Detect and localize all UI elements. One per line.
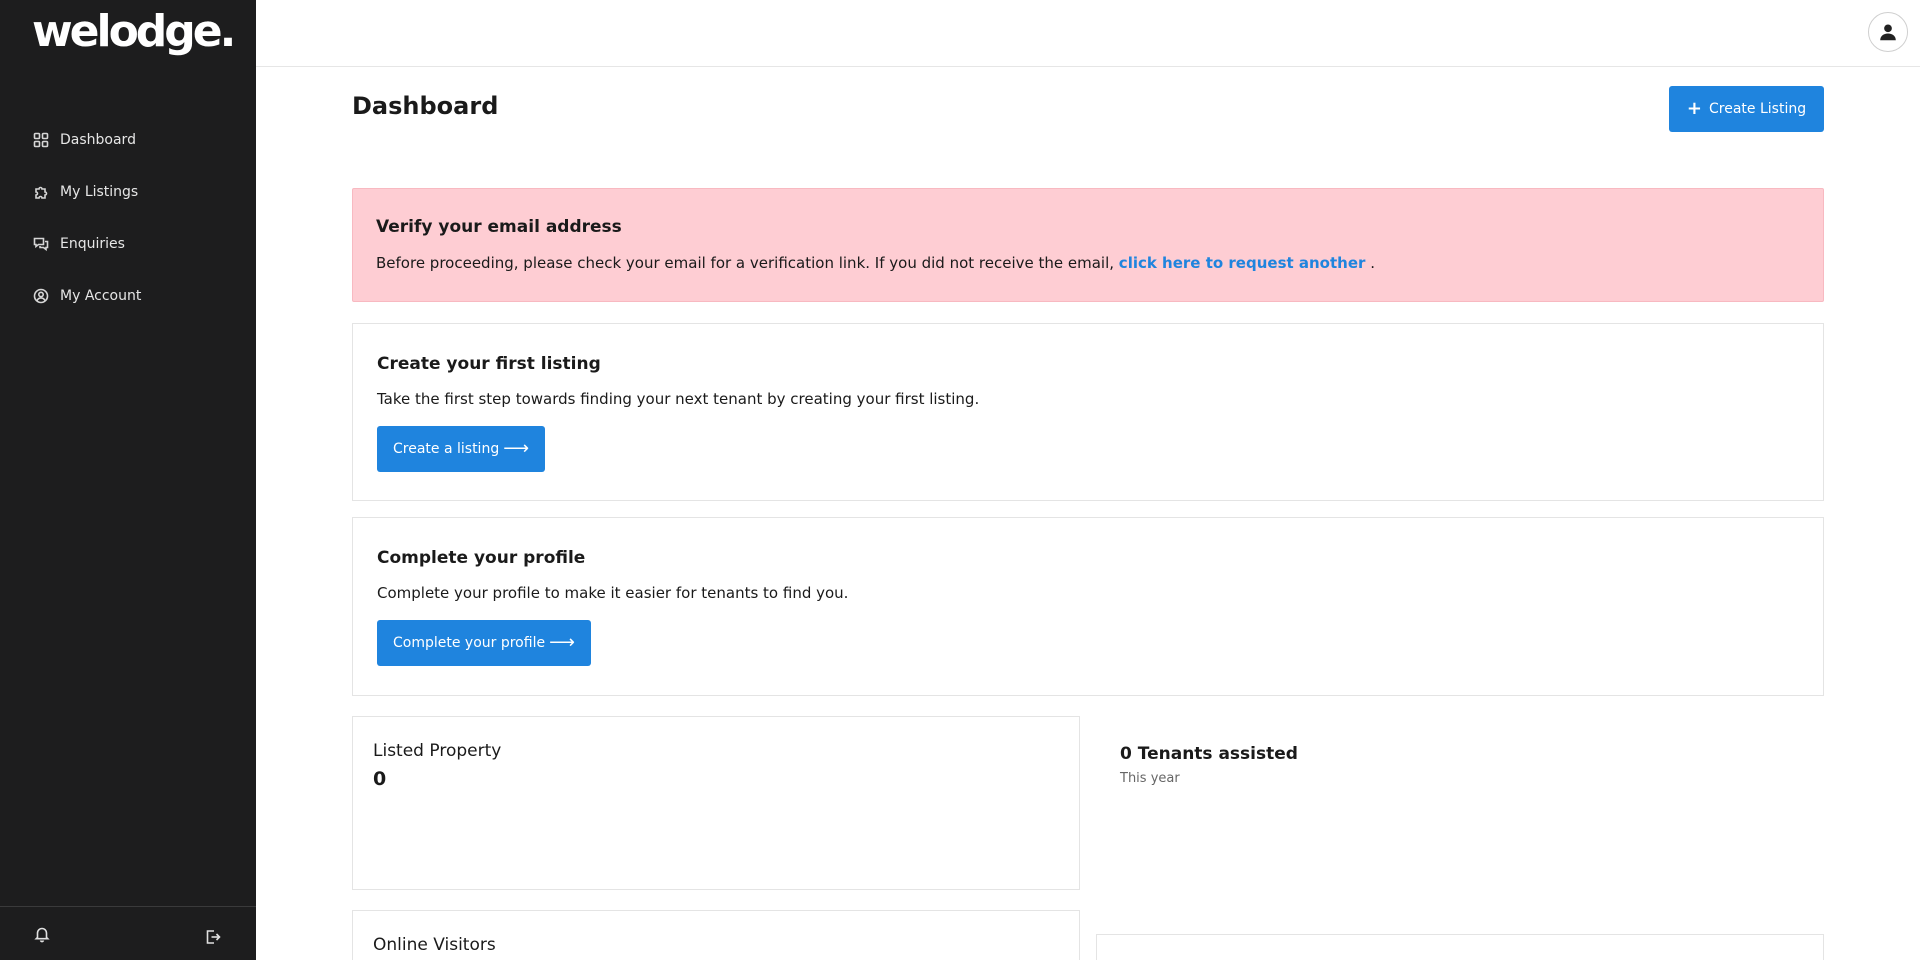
button-label: Complete your profile — [393, 635, 546, 651]
card-text: Complete your profile to make it easier … — [377, 584, 849, 602]
create-a-listing-button[interactable]: Create a listing ⟶ — [377, 426, 546, 472]
arrow-right-icon: ⟶ — [549, 632, 575, 653]
create-listing-button[interactable]: + Create Listing — [1669, 86, 1824, 132]
top-bar — [256, 0, 1920, 67]
alert-message: Before proceeding, please check your ema… — [376, 254, 1115, 272]
listed-property-value: 0 — [373, 768, 387, 790]
create-listing-label: Create Listing — [1709, 101, 1807, 117]
alert-text: Before proceeding, please check your ema… — [376, 254, 1375, 272]
online-visitors-label: Online Visitors — [373, 935, 496, 955]
user-icon — [1880, 24, 1896, 41]
sidebar-item-enquiries[interactable]: Enquiries — [0, 218, 256, 270]
sidebar-item-label: My Listings — [60, 184, 139, 200]
sidebar-item-label: Enquiries — [60, 236, 125, 252]
tenants-assisted-panel: 0 Tenants assisted This year — [1096, 716, 1824, 890]
create-first-listing-card: Create your first listing Take the first… — [352, 323, 1824, 501]
user-avatar-button[interactable] — [1868, 12, 1908, 52]
card-text: Take the first step towards finding your… — [377, 390, 980, 408]
verify-email-alert: Verify your email address Before proceed… — [352, 188, 1824, 302]
tenants-assisted-period: This year — [1120, 771, 1180, 786]
listed-property-card: Listed Property 0 — [352, 716, 1080, 890]
arrow-right-icon: ⟶ — [503, 438, 530, 459]
online-visitors-card: Online Visitors — [352, 910, 1080, 960]
puzzle-icon — [33, 184, 49, 200]
sidebar-item-my-listings[interactable]: My Listings — [0, 166, 256, 218]
sidebar-footer — [0, 906, 256, 960]
plus-icon: + — [1686, 98, 1702, 119]
listed-property-label: Listed Property — [373, 741, 502, 761]
user-circle-icon — [33, 288, 49, 304]
chat-icon — [33, 236, 49, 252]
alert-suffix: . — [1370, 254, 1375, 272]
welodge-logo[interactable]: welodge. — [32, 10, 236, 54]
resend-verification-link[interactable]: click here to request another — [1119, 254, 1366, 272]
button-label: Create a listing — [393, 441, 500, 457]
sidebar-item-label: Dashboard — [60, 132, 136, 148]
alert-title: Verify your email address — [376, 217, 622, 237]
grid-icon — [33, 132, 49, 148]
sidebar-item-my-account[interactable]: My Account — [0, 270, 256, 322]
card-title: Create your first listing — [377, 354, 601, 374]
complete-profile-card: Complete your profile Complete your prof… — [352, 517, 1824, 696]
bell-icon[interactable] — [33, 925, 51, 943]
sidebar: welodge. Dashboard My Listings Enquiries… — [0, 0, 256, 960]
sidebar-nav: Dashboard My Listings Enquiries My Accou… — [0, 114, 256, 322]
sidebar-item-label: My Account — [60, 288, 142, 304]
logout-icon[interactable] — [204, 928, 222, 946]
card-title: Complete your profile — [377, 548, 586, 568]
tenants-assisted-label: 0 Tenants assisted — [1120, 744, 1298, 764]
complete-profile-button[interactable]: Complete your profile ⟶ — [377, 620, 591, 666]
sidebar-item-dashboard[interactable]: Dashboard — [0, 114, 256, 166]
page-title: Dashboard — [352, 92, 499, 120]
secondary-stat-card — [1096, 934, 1824, 960]
